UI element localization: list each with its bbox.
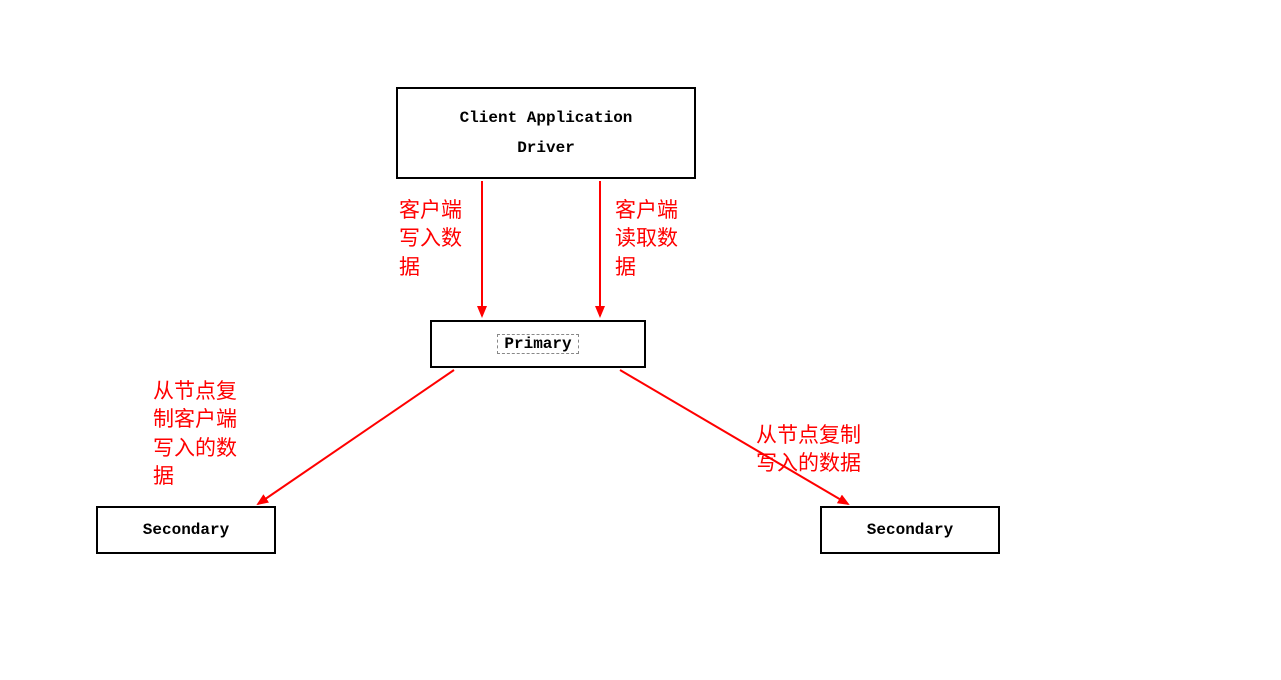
secondary-right-node: Secondary xyxy=(820,506,1000,554)
client-application-node: Client Application Driver xyxy=(396,87,696,179)
primary-node: Primary xyxy=(430,320,646,368)
label-client-write: 客户端写入数据 xyxy=(399,196,469,281)
label-replicate-left: 从节点复制客户端写入的数据 xyxy=(153,377,243,490)
secondary-left-node: Secondary xyxy=(96,506,276,554)
client-line1: Client Application xyxy=(460,103,633,133)
client-line2: Driver xyxy=(517,133,575,163)
primary-label: Primary xyxy=(497,334,578,354)
arrow-replicate-left xyxy=(258,370,454,504)
label-client-read: 客户端读取数据 xyxy=(615,196,685,281)
label-replicate-right: 从节点复制写入的数据 xyxy=(756,421,876,478)
secondary-right-label: Secondary xyxy=(867,521,953,539)
secondary-left-label: Secondary xyxy=(143,521,229,539)
